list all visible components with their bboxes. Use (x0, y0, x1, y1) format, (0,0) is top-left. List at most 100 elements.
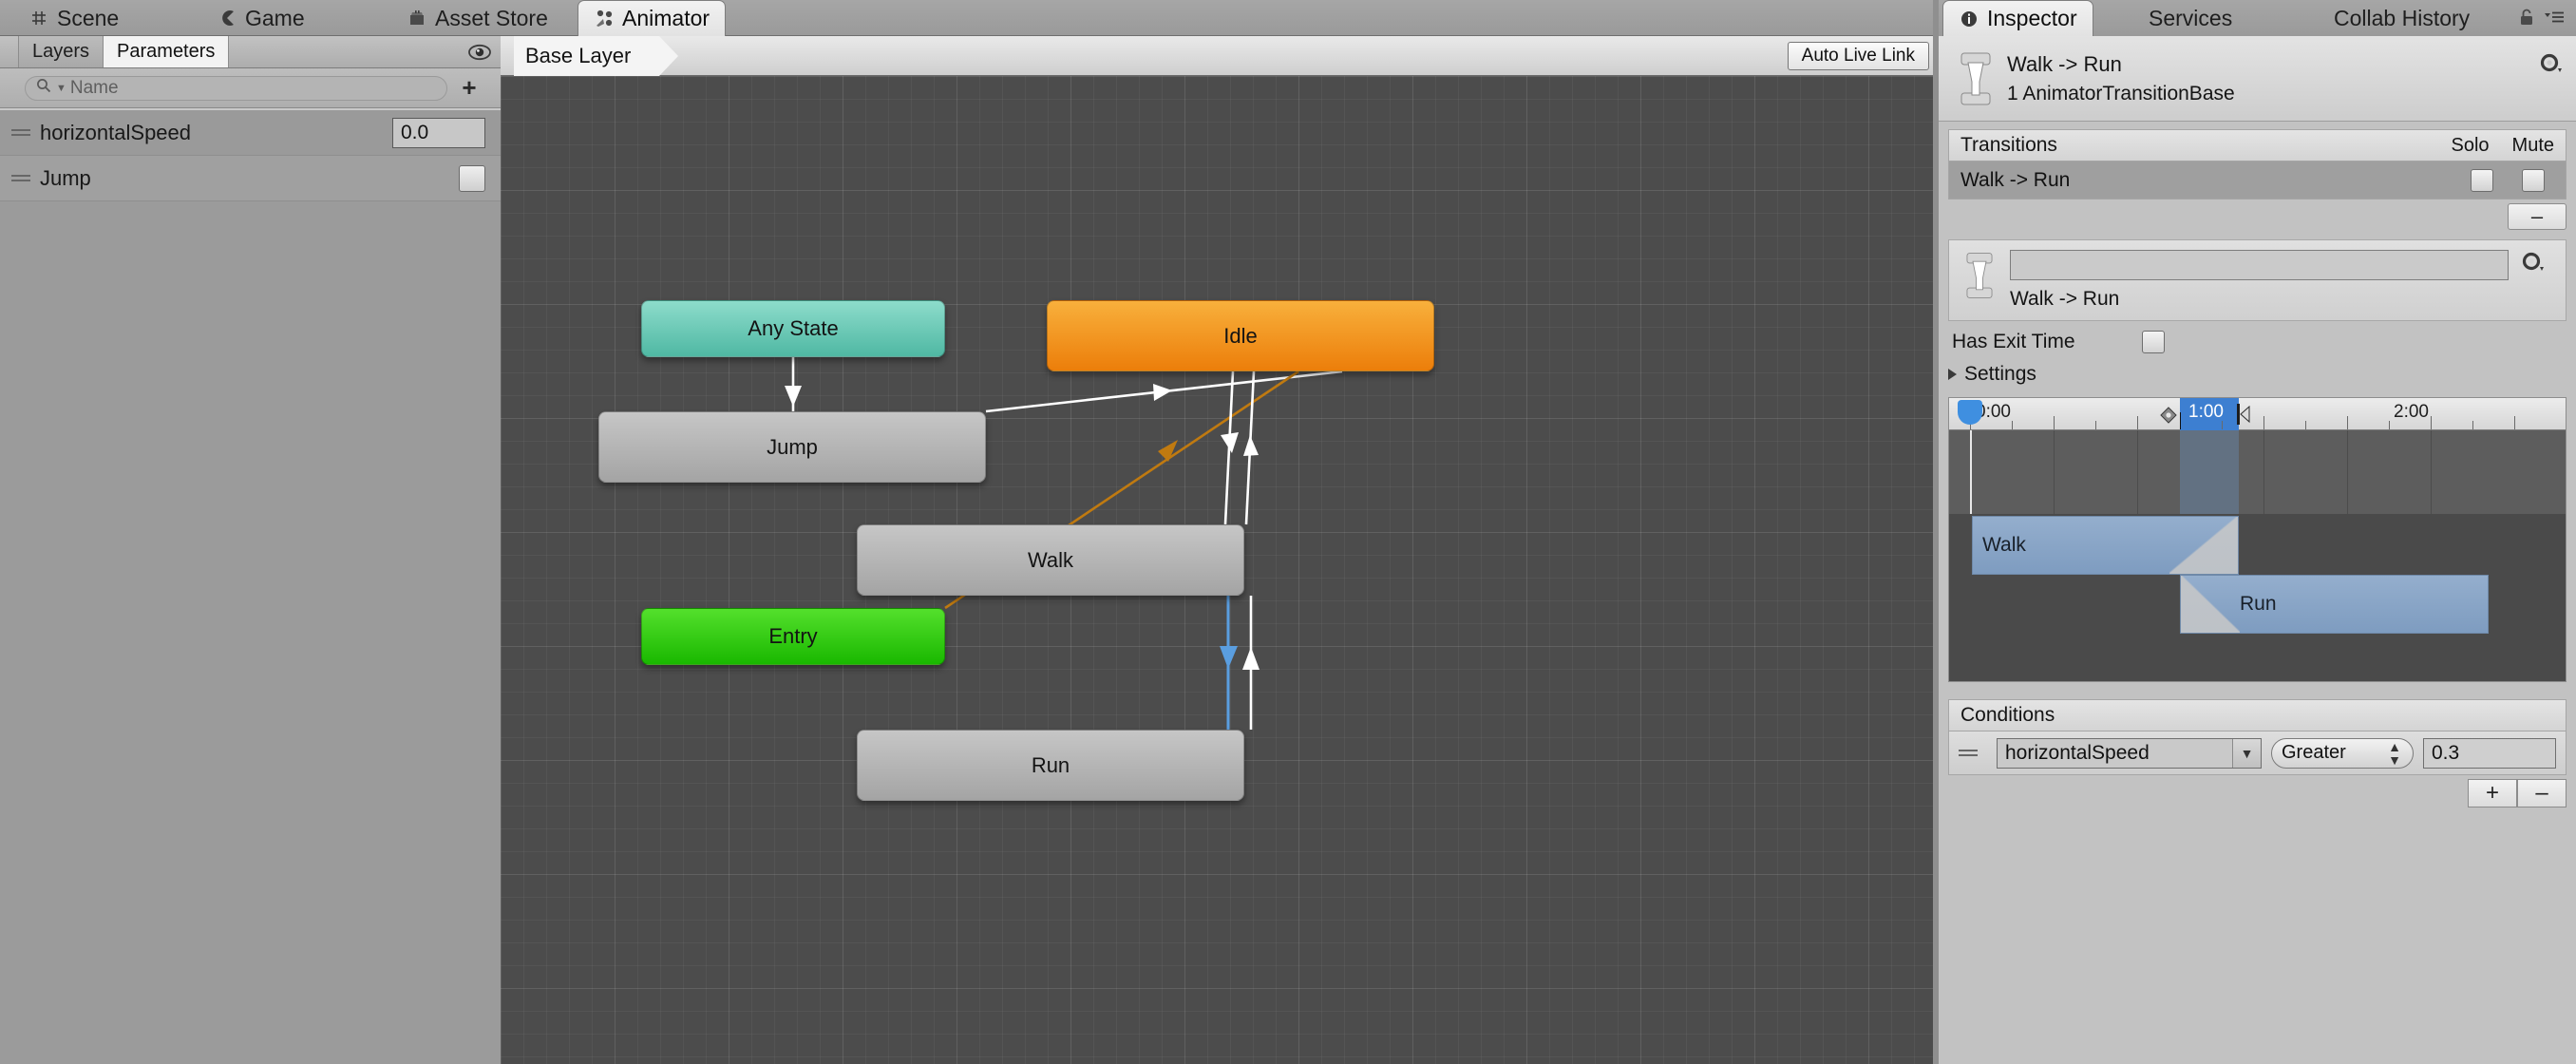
inspector-content: Walk -> Run 1 AnimatorTransitionBase Tra… (1939, 36, 2576, 1064)
tab-asset-store-label: Asset Store (435, 5, 548, 30)
parameter-row-horizontalspeed[interactable]: horizontalSpeed 0.0 (0, 110, 501, 156)
asset-store-icon (407, 8, 427, 28)
exit-time-marker-icon[interactable] (2160, 407, 2177, 428)
panel-menu-icon[interactable] (2544, 9, 2565, 30)
parameter-name: horizontalSpeed (40, 120, 192, 144)
transition-preview-box: Walk -> Run (1948, 239, 2567, 321)
animator-graph-panel: Base Layer Auto Live Link Any State Idle… (501, 36, 1939, 1064)
condition-operator-dropdown[interactable]: Greater ▲ ▼ (2271, 737, 2414, 769)
tab-parameters-label: Parameters (117, 41, 216, 62)
inspector-object-header: Walk -> Run 1 AnimatorTransitionBase (1939, 36, 2576, 122)
transition-name-input[interactable] (2010, 250, 2509, 280)
info-icon (1959, 9, 1979, 29)
parameter-list: horizontalSpeed 0.0 Jump (0, 108, 501, 201)
tab-animator[interactable]: Animator (578, 0, 727, 36)
timeline-tick-1: 1:00 (2188, 402, 2224, 422)
settings-label: Settings (1964, 363, 2036, 385)
has-exit-time-row: Has Exit Time (1939, 321, 2576, 353)
tab-strip-spacer (0, 36, 19, 67)
conditions-section: Conditions horizontalSpeed ▼ Greater ▲ ▼ … (1948, 699, 2567, 808)
search-icon (35, 77, 52, 100)
condition-threshold-value: 0.3 (2432, 741, 2460, 764)
tab-game-label: Game (245, 5, 305, 30)
state-node-run[interactable]: Run (857, 730, 1244, 801)
tab-services[interactable]: Services (2133, 0, 2247, 36)
gear-icon[interactable] (2538, 51, 2563, 81)
condition-parameter-dropdown[interactable]: horizontalSpeed ▼ (1997, 737, 2262, 769)
parameter-name: Jump (40, 165, 91, 190)
condition-operator-value: Greater (2282, 742, 2346, 763)
tab-collab-history-label: Collab History (2334, 5, 2471, 30)
state-node-jump[interactable]: Jump (598, 411, 986, 483)
timeline-clip-fade (2169, 517, 2238, 574)
transition-icon (1960, 250, 1998, 311)
tab-game[interactable]: Game (201, 0, 320, 36)
state-node-label: Any State (748, 316, 839, 340)
timeline-playhead-handle[interactable] (1958, 400, 1982, 425)
drag-handle-icon[interactable] (11, 126, 40, 139)
state-machine-canvas[interactable]: Any State Idle Jump Walk Entry Run (501, 76, 1939, 1064)
transitions-header-label: Transitions (1960, 134, 2057, 156)
condition-add-remove-buttons: + – (2468, 779, 2567, 808)
add-condition-label: + (2485, 780, 2499, 806)
remove-transition-label: – (2530, 204, 2544, 228)
lock-icon[interactable] (2519, 8, 2534, 31)
parameter-trigger-checkbox[interactable] (459, 164, 485, 192)
eye-icon[interactable] (459, 36, 501, 67)
add-condition-button[interactable]: + (2468, 779, 2517, 808)
tab-layers[interactable]: Layers (19, 36, 104, 67)
transition-solo-checkbox[interactable] (2471, 168, 2493, 192)
game-icon (217, 8, 237, 28)
search-dropdown-icon[interactable]: ▼ (56, 83, 66, 94)
tab-layers-label: Layers (32, 41, 90, 62)
remove-condition-button[interactable]: – (2517, 779, 2567, 808)
timeline-tick-2: 2:00 (2394, 402, 2429, 422)
transitions-section: Transitions Solo Mute Walk -> Run – (1948, 129, 2567, 230)
timeline-ruler[interactable]: 0:00 1:00 2:00 (1949, 398, 2566, 430)
transition-list-item[interactable]: Walk -> Run (1948, 162, 2567, 200)
transition-icon (1950, 48, 2001, 110)
tab-asset-store[interactable]: Asset Store (391, 0, 563, 36)
has-exit-time-checkbox[interactable] (2142, 331, 2165, 353)
transition-list-item-label: Walk -> Run (1960, 168, 2071, 191)
condition-threshold-input[interactable]: 0.3 (2423, 737, 2556, 769)
transition-timeline[interactable]: 0:00 1:00 2:00 Walk Run (1948, 397, 2567, 682)
add-parameter-button[interactable]: + (447, 73, 491, 103)
state-node-idle[interactable]: Idle (1047, 300, 1434, 371)
timeline-clip-walk[interactable]: Walk (1972, 516, 2239, 575)
has-exit-time-label: Has Exit Time (1952, 331, 2075, 352)
parameter-row-jump[interactable]: Jump (0, 156, 501, 201)
transition-end-handle[interactable] (2237, 404, 2250, 429)
parameter-value-field[interactable]: 0.0 (392, 117, 485, 148)
scene-icon (28, 8, 49, 28)
tab-inspector[interactable]: Inspector (1942, 0, 2093, 36)
drag-handle-icon[interactable] (11, 172, 40, 184)
tab-collab-history[interactable]: Collab History (2319, 0, 2485, 36)
inspector-object-titles: Walk -> Run 1 AnimatorTransitionBase (2001, 52, 2235, 105)
tab-scene[interactable]: Scene (13, 0, 134, 36)
timeline-body[interactable]: Walk Run (1949, 430, 2566, 681)
conditions-header-label: Conditions (1960, 704, 2055, 726)
drag-handle-icon[interactable] (1959, 747, 1987, 759)
transitions-header: Transitions Solo Mute (1948, 129, 2567, 162)
conditions-header: Conditions (1948, 699, 2567, 732)
transition-mute-checkbox[interactable] (2522, 168, 2545, 192)
search-input[interactable]: ▼ Name (25, 75, 447, 101)
remove-transition-button[interactable]: – (2508, 203, 2567, 230)
state-node-any-state[interactable]: Any State (641, 300, 945, 357)
remove-condition-label: – (2535, 780, 2548, 806)
state-node-entry[interactable]: Entry (641, 608, 945, 665)
tab-parameters[interactable]: Parameters (104, 36, 230, 67)
state-node-label: Entry (768, 624, 818, 648)
timeline-clip-run[interactable]: Run (2180, 575, 2489, 634)
settings-foldout[interactable]: Settings (1939, 353, 2576, 391)
transition-preview-subtitle: Walk -> Run (2010, 288, 2120, 310)
tab-strip-fill (229, 36, 459, 67)
unity-editor-window: Scene Game Asset Store Animator Layers P… (0, 0, 2576, 1064)
gear-icon[interactable] (2520, 250, 2554, 311)
tab-scene-label: Scene (57, 5, 120, 30)
chevron-right-icon (1948, 369, 1957, 380)
breadcrumb-base-layer[interactable]: Base Layer (514, 36, 679, 76)
auto-live-link-button[interactable]: Auto Live Link (1787, 42, 1929, 70)
state-node-walk[interactable]: Walk (857, 524, 1244, 596)
